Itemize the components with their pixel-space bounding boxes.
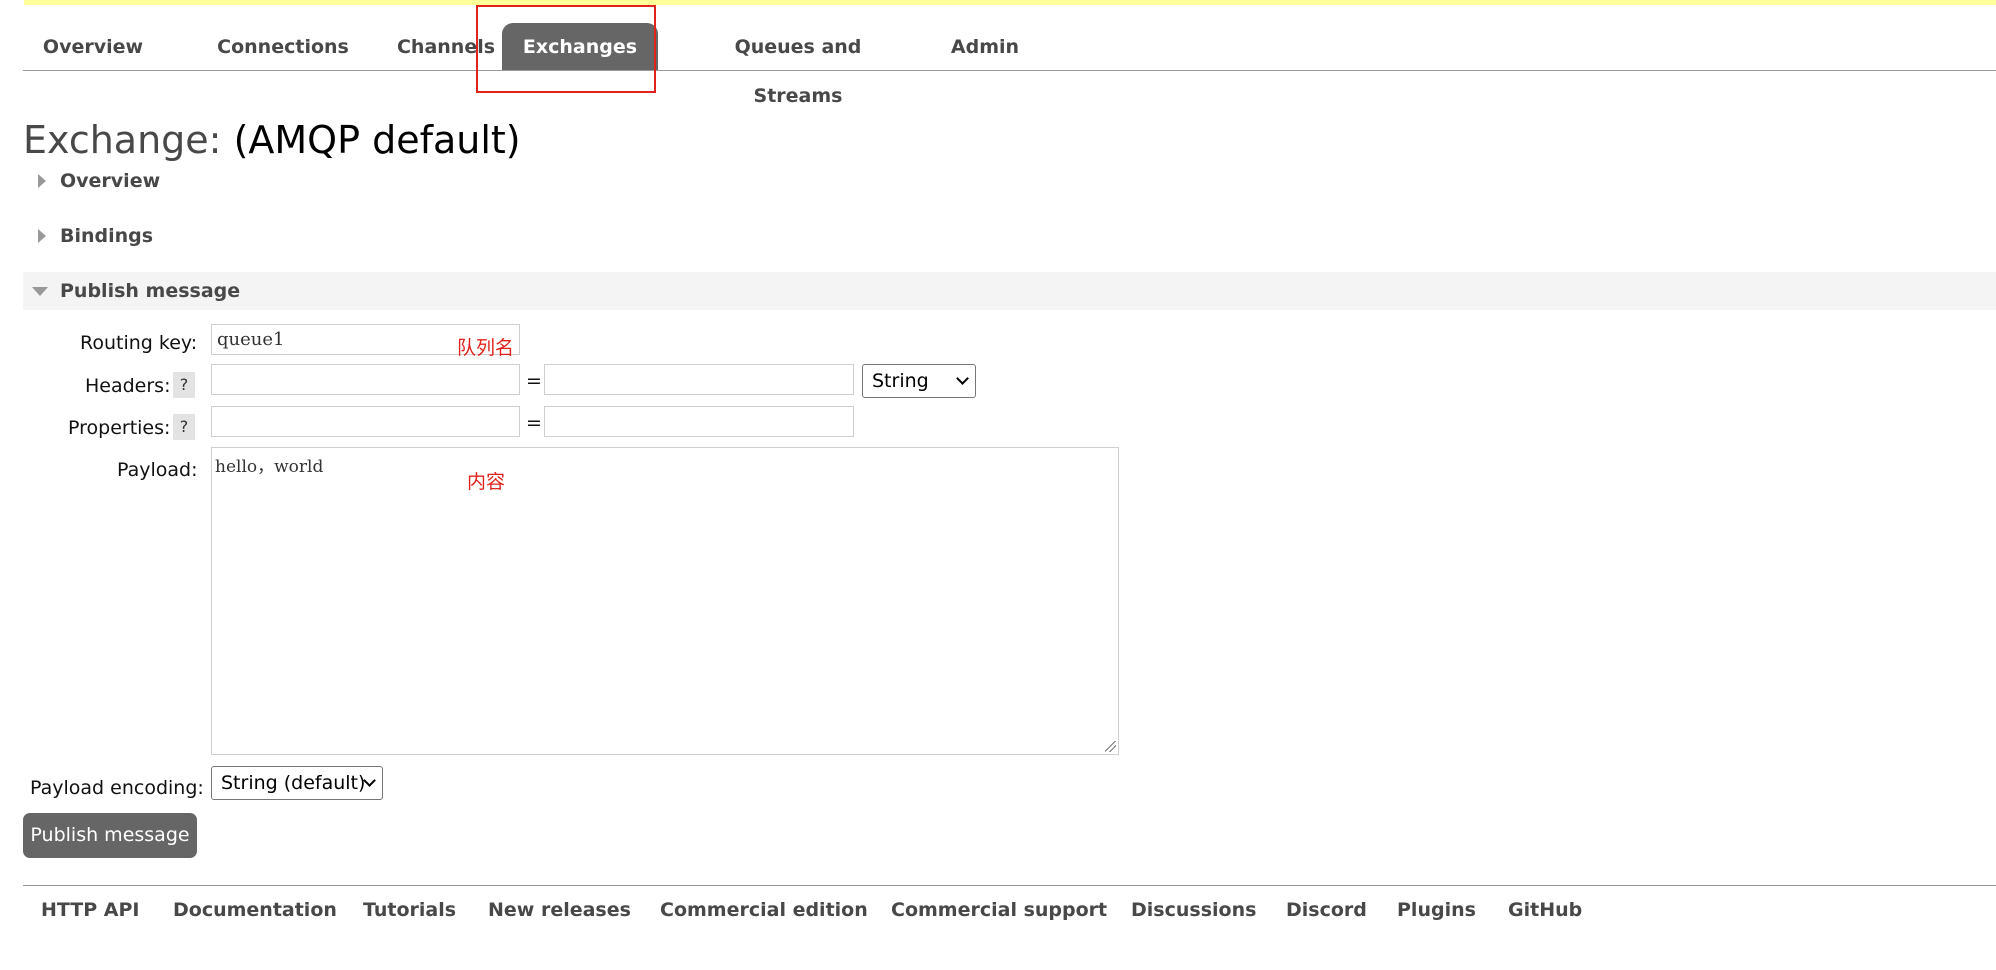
title-prefix: Exchange: [23, 118, 222, 162]
payload-encoding-select[interactable]: String (default) [211, 766, 383, 800]
publish-message-button[interactable]: Publish message [23, 813, 197, 858]
section-overview-toggle[interactable]: Overview [23, 162, 1996, 200]
payload-label: Payload: [117, 459, 198, 481]
section-overview-label: Overview [60, 170, 161, 192]
properties-label: Properties: [68, 417, 171, 439]
header-type-value: String [872, 370, 929, 392]
routing-key-annotation: 队列名 [457, 337, 515, 359]
header-type-select[interactable]: String [862, 364, 976, 398]
payload-encoding-label: Payload encoding: [30, 777, 204, 799]
page-title: Exchange: (AMQP default) [23, 112, 521, 168]
footer-link-github[interactable]: GitHub [1508, 899, 1582, 921]
footer-link-plugins[interactable]: Plugins [1397, 899, 1476, 921]
footer-link-commercial-edition[interactable]: Commercial edition [660, 899, 868, 921]
properties-help-button[interactable]: ? [173, 414, 195, 440]
collapse-arrow-icon [32, 287, 48, 296]
property-key-input[interactable] [211, 406, 520, 437]
footer-link-tutorials[interactable]: Tutorials [363, 899, 456, 921]
tab-queues-and-streams[interactable]: Queues and Streams [688, 23, 908, 107]
footer-link-discord[interactable]: Discord [1286, 899, 1367, 921]
footer-link-commercial-support[interactable]: Commercial support [891, 899, 1107, 921]
section-publish-label: Publish message [60, 280, 241, 302]
header-key-input[interactable] [211, 364, 520, 395]
footer-link-new-releases[interactable]: New releases [488, 899, 631, 921]
resize-handle-icon[interactable] [1105, 741, 1116, 752]
header-value-input[interactable] [544, 364, 854, 395]
section-bindings-label: Bindings [60, 225, 154, 247]
title-exchange-name: (AMQP default) [233, 118, 521, 162]
section-bindings-toggle[interactable]: Bindings [23, 217, 1996, 255]
tab-exchanges[interactable]: Exchanges [502, 23, 658, 70]
routing-key-label: Routing key: [80, 332, 198, 354]
main-nav-tabs: Overview Connections Channels Exchanges … [23, 23, 1996, 107]
footer-link-discussions[interactable]: Discussions [1131, 899, 1256, 921]
tab-admin[interactable]: Admin [938, 23, 1032, 70]
chevron-down-icon [956, 372, 969, 385]
top-accent-bar [24, 0, 1996, 5]
header-equals-sign: = [526, 370, 542, 392]
payload-encoding-value: String (default) [221, 772, 366, 794]
section-publish-toggle[interactable]: Publish message [23, 272, 1996, 310]
headers-help-button[interactable]: ? [173, 372, 195, 398]
footer-link-documentation[interactable]: Documentation [173, 899, 337, 921]
payload-text: hello，world [215, 457, 324, 477]
property-equals-sign: = [526, 412, 542, 434]
tab-overview[interactable]: Overview [23, 23, 163, 70]
tab-connections[interactable]: Connections [191, 23, 375, 70]
expand-arrow-icon [38, 174, 46, 188]
payload-annotation: 内容 [467, 471, 506, 493]
tab-channels[interactable]: Channels [375, 23, 517, 70]
payload-textarea[interactable]: hello，world [211, 447, 1119, 755]
property-value-input[interactable] [544, 406, 854, 437]
expand-arrow-icon [38, 229, 46, 243]
footer-divider [23, 885, 1996, 886]
footer-link-http-api[interactable]: HTTP API [41, 899, 140, 921]
headers-label: Headers: [85, 375, 171, 397]
